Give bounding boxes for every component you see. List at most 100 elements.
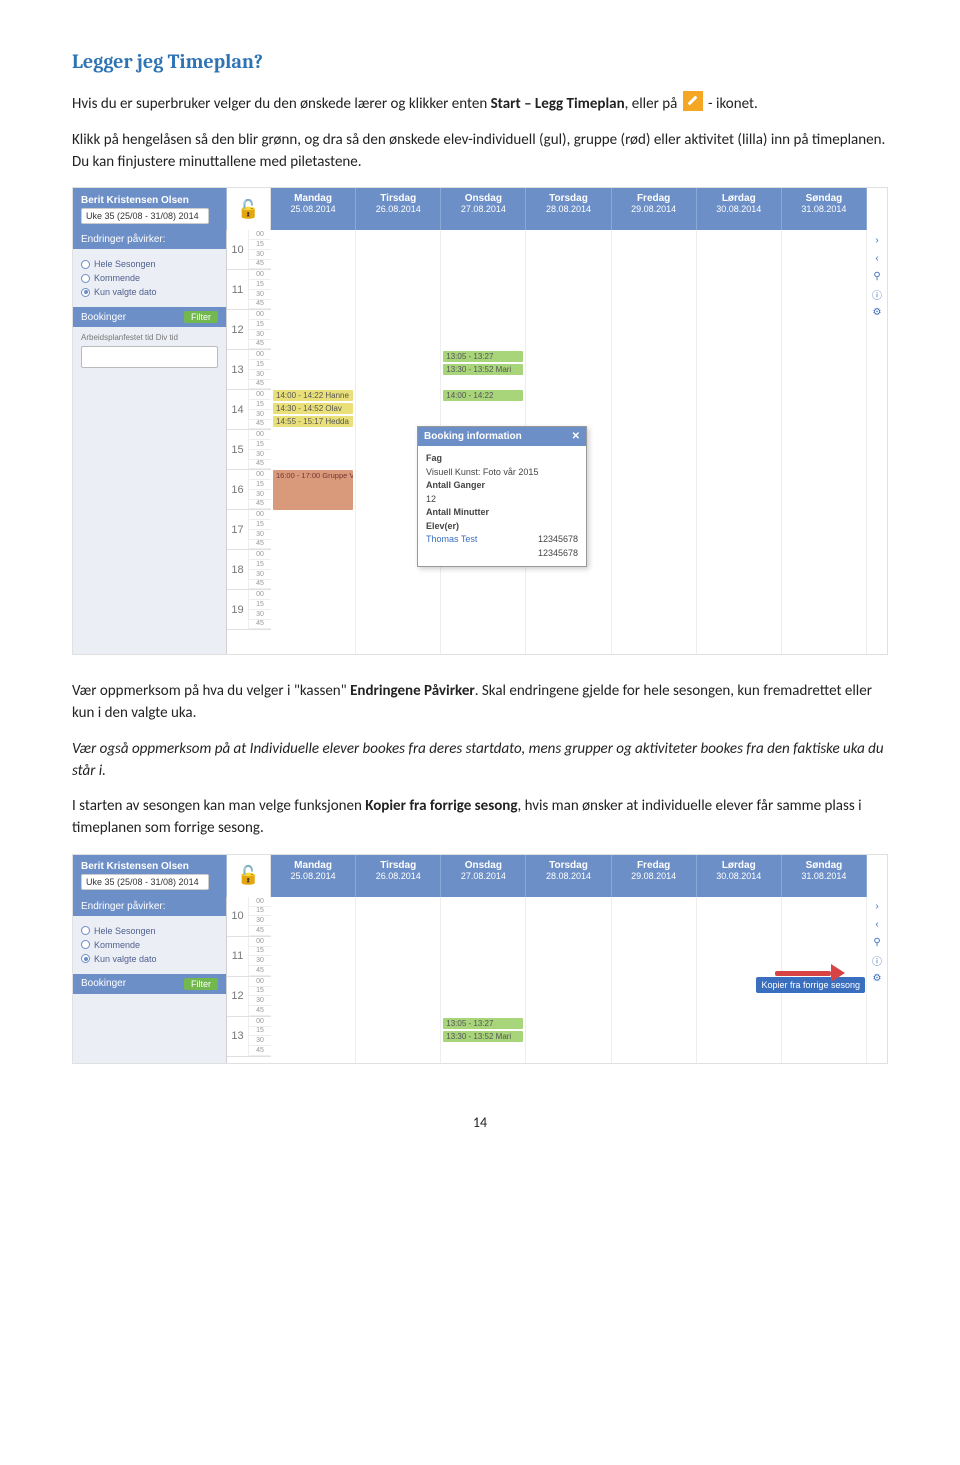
radio-hele-sesongen[interactable]: Hele Sesongen <box>81 926 218 936</box>
teacher-week-selector: Berit Kristensen Olsen Uke 35 (25/08 - 3… <box>73 188 227 230</box>
hour-row: 1300153045 <box>227 1017 271 1057</box>
timetable-screenshot-2: Berit Kristensen Olsen Uke 35 (25/08 - 3… <box>72 854 888 1064</box>
radio-kommende[interactable]: Kommende <box>81 940 218 950</box>
endringer-section-header: Endringer påvirker: <box>73 230 226 249</box>
sidebar: Endringer påvirker: Hele Sesongen Kommen… <box>73 897 227 1063</box>
day-fri[interactable] <box>612 230 697 654</box>
day-header: Mandag25.08.2014 <box>271 855 356 897</box>
filter-button[interactable]: Filter <box>184 311 218 323</box>
day-mon[interactable] <box>271 897 356 1063</box>
location-icon[interactable]: ⚲ <box>871 270 883 282</box>
day-header: Onsdag27.08.2014 <box>441 855 526 897</box>
radio-icon <box>81 274 90 283</box>
endringer-options: Hele Sesongen Kommende Kun valgte dato <box>73 249 226 307</box>
day-wed[interactable]: 13:05 - 13:27 13:30 - 13:52 Mari <box>441 897 526 1063</box>
page-number: 14 <box>72 1114 888 1131</box>
calendar-event[interactable]: 13:30 - 13:52 Mari <box>443 1031 523 1042</box>
sidebar: Endringer påvirker: Hele Sesongen Kommen… <box>73 230 227 654</box>
calendar-event[interactable]: 13:05 - 13:27 <box>443 1018 523 1029</box>
radio-icon <box>81 940 90 949</box>
right-toolbar: › ‹ ⚲ ⓘ ⚙ <box>867 230 887 654</box>
hour-row: 1500153045 <box>227 430 271 470</box>
radio-icon <box>81 954 90 963</box>
day-sat[interactable] <box>697 230 782 654</box>
radio-kun-valgte-dato[interactable]: Kun valgte dato <box>81 954 218 964</box>
note-paragraph-1: Vær oppmerksom på hva du velger i "kasse… <box>72 681 888 725</box>
timetable-header: Berit Kristensen Olsen Uke 35 (25/08 - 3… <box>73 188 887 230</box>
location-icon[interactable]: ⚲ <box>871 937 883 949</box>
timetable-header: Berit Kristensen Olsen Uke 35 (25/08 - 3… <box>73 855 887 897</box>
text: Hvis du er superbruker velger du den øns… <box>72 95 491 113</box>
hour-row: 1400153045 <box>227 390 271 430</box>
day-header: Fredag29.08.2014 <box>612 855 697 897</box>
note-paragraph-2: Vær også oppmerksom på at Individuelle e… <box>72 739 888 783</box>
hour-row: 1600153045 <box>227 470 271 510</box>
radio-kun-valgte-dato[interactable]: Kun valgte dato <box>81 287 218 297</box>
radio-kommende[interactable]: Kommende <box>81 273 218 283</box>
hour-row: 1700153045 <box>227 510 271 550</box>
lock-icon[interactable]: 🔓 <box>237 199 259 220</box>
day-mon[interactable]: 14:00 - 14:22 Hanne 14:30 - 14:52 Olav 14:… <box>271 230 356 654</box>
right-icon-col-header <box>867 188 887 230</box>
week-picker[interactable]: Uke 35 (25/08 - 31/08) 2014 <box>81 874 209 890</box>
next-icon[interactable]: › <box>871 234 883 246</box>
endringene-pavirker: Endringene Påvirker <box>350 682 475 700</box>
gear-icon[interactable]: ⚙ <box>871 306 883 318</box>
text: - ikonet. <box>705 95 758 113</box>
prev-icon[interactable]: ‹ <box>871 919 883 931</box>
schedule-grid[interactable]: 1000153045110015304512001530451300153045… <box>227 230 887 654</box>
lock-column[interactable]: 🔓 <box>227 855 271 897</box>
hour-row: 1800153045 <box>227 550 271 590</box>
calendar-event[interactable]: 14:00 - 14:22 Hanne <box>273 390 353 401</box>
schedule-grid[interactable]: 1000153045110015304512001530451300153045… <box>227 897 887 1063</box>
text: Vær oppmerksom på hva du velger i "kasse… <box>72 682 350 700</box>
elev-link[interactable]: Thomas Test <box>426 533 477 547</box>
teacher-week-selector: Berit Kristensen Olsen Uke 35 (25/08 - 3… <box>73 855 227 897</box>
hour-row: 1000153045 <box>227 230 271 270</box>
day-header: Tirsdag26.08.2014 <box>356 855 441 897</box>
hour-column: 1000153045110015304512001530451300153045 <box>227 897 271 1063</box>
intro-paragraph-1: Hvis du er superbruker velger du den øns… <box>72 91 888 116</box>
teacher-name: Berit Kristensen Olsen <box>81 195 218 206</box>
day-fri[interactable] <box>612 897 697 1063</box>
radio-icon <box>81 288 90 297</box>
hour-column: 1000153045110015304512001530451300153045… <box>227 230 271 654</box>
day-header: Torsdag28.08.2014 <box>526 855 611 897</box>
day-header: Lørdag30.08.2014 <box>697 188 782 230</box>
lock-column[interactable]: 🔓 <box>227 188 271 230</box>
day-headers: Mandag25.08.2014 Tirsdag26.08.2014 Onsda… <box>271 188 867 230</box>
calendar-event[interactable]: 16:00 - 17:00 Gruppe Visuell Kunst Foto … <box>273 470 353 510</box>
hour-row: 1200153045 <box>227 977 271 1017</box>
info-icon[interactable]: ⓘ <box>871 955 883 967</box>
bookinger-section-header: Bookinger Filter <box>73 974 226 994</box>
filter-button[interactable]: Filter <box>184 978 218 990</box>
prev-icon[interactable]: ‹ <box>871 252 883 264</box>
bookinger-section-header: Bookinger Filter <box>73 307 226 327</box>
radio-icon <box>81 260 90 269</box>
right-toolbar: › ‹ ⚲ ⓘ ⚙ <box>867 897 887 1063</box>
day-tue[interactable] <box>356 897 441 1063</box>
calendar-event[interactable]: 14:00 - 14:22 <box>443 390 523 401</box>
close-icon[interactable]: ✕ <box>572 431 580 442</box>
popup-header: Booking information ✕ <box>418 427 586 446</box>
lock-icon[interactable]: 🔓 <box>237 865 259 886</box>
booking-input[interactable] <box>81 346 218 368</box>
red-arrow-annotation <box>775 962 845 984</box>
calendar-event[interactable]: 14:55 - 15:17 Hedda <box>273 416 353 427</box>
hour-row: 1900153045 <box>227 590 271 630</box>
right-icon-col-header <box>867 855 887 897</box>
calendar-event[interactable]: 14:30 - 14:52 Olav <box>273 403 353 414</box>
info-icon[interactable]: ⓘ <box>871 288 883 300</box>
page-heading: Legger jeg Timeplan? <box>72 50 888 73</box>
calendar-event[interactable]: 13:05 - 13:27 <box>443 351 523 362</box>
day-thu[interactable] <box>526 897 611 1063</box>
calendar-event[interactable]: 13:30 - 13:52 Mari <box>443 364 523 375</box>
day-header: Torsdag28.08.2014 <box>526 188 611 230</box>
week-picker[interactable]: Uke 35 (25/08 - 31/08) 2014 <box>81 208 209 224</box>
day-sun[interactable] <box>782 230 867 654</box>
gear-icon[interactable]: ⚙ <box>871 973 883 985</box>
next-icon[interactable]: › <box>871 901 883 913</box>
day-header: Lørdag30.08.2014 <box>697 855 782 897</box>
hour-row: 1200153045 <box>227 310 271 350</box>
radio-hele-sesongen[interactable]: Hele Sesongen <box>81 259 218 269</box>
